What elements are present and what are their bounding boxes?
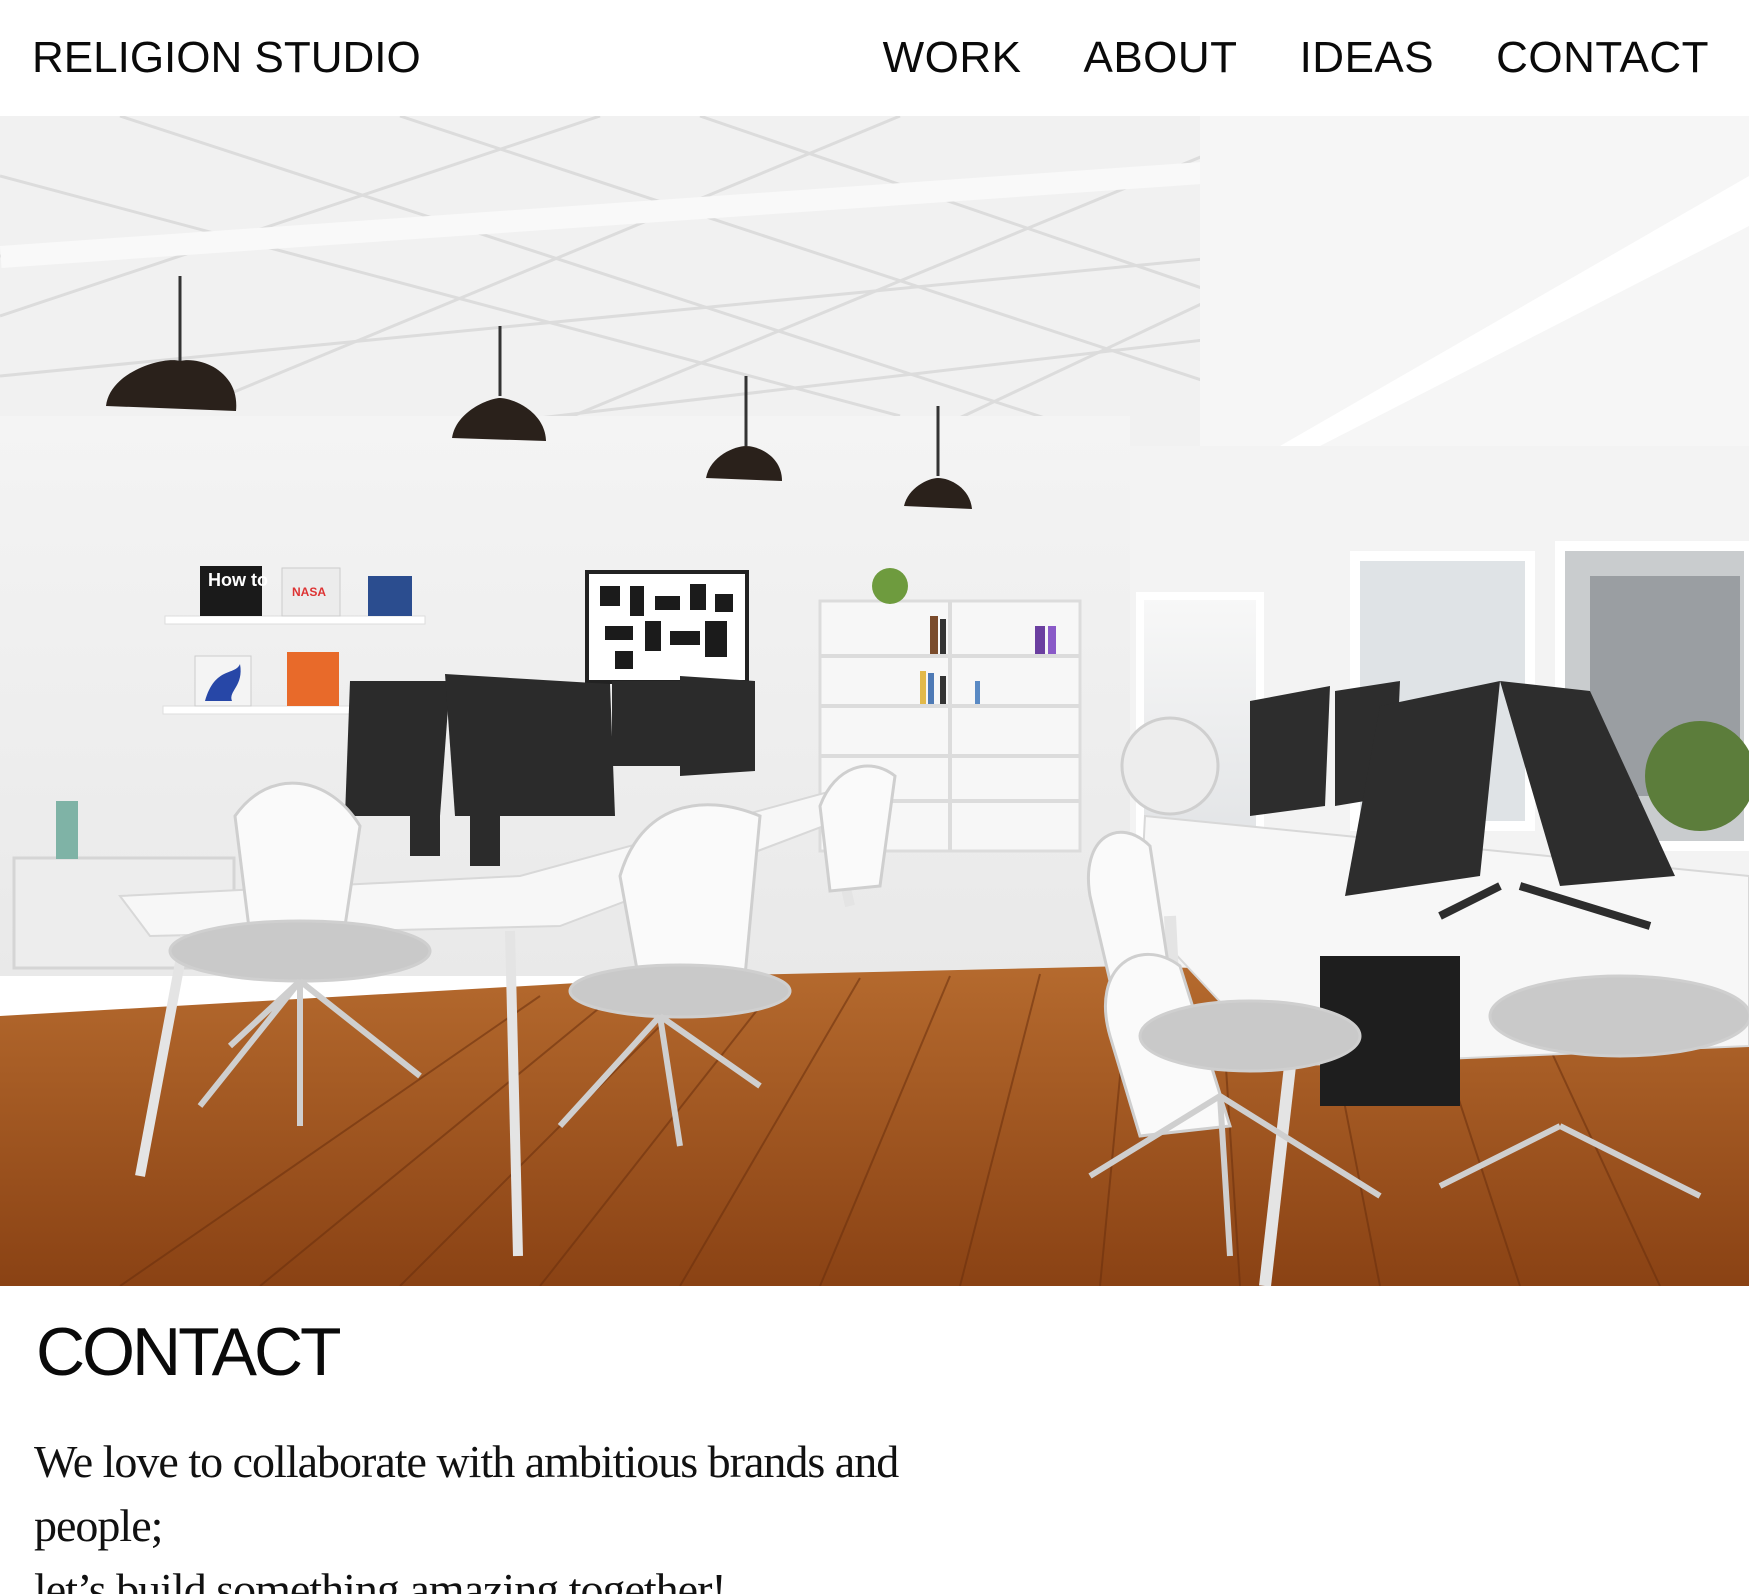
flower-vase [56, 801, 78, 859]
nav-ideas-link[interactable]: IDEAS [1300, 36, 1435, 80]
nav-contact-link[interactable]: CONTACT [1496, 36, 1709, 80]
contact-intro-line-1: We love to collaborate with ambitious br… [34, 1436, 899, 1551]
contact-intro-line-2: let’s build something amazing together! [34, 1564, 727, 1594]
nav-work-link[interactable]: WORK [883, 36, 1022, 80]
contact-intro: We love to collaborate with ambitious br… [34, 1430, 1034, 1594]
orange-book [287, 652, 339, 706]
brand-logo[interactable]: RELIGION STUDIO [32, 36, 421, 80]
nav-about-link[interactable]: ABOUT [1083, 36, 1237, 80]
main-nav: WORK ABOUT IDEAS CONTACT [883, 36, 1709, 80]
hero-office-photo: How to NASA [0, 116, 1749, 1286]
poster-nasa-text: NASA [292, 585, 326, 599]
poster-blue-print [368, 576, 412, 616]
poster-how-to-text: How to [208, 570, 268, 590]
wall-shelf-bottom [162, 705, 374, 715]
bookcase-plant [872, 568, 908, 604]
wall-shelf-top [164, 615, 426, 625]
contact-heading: CONTACT [36, 1314, 342, 1390]
office-illustration: How to NASA [0, 116, 1749, 1286]
ceiling-skylight [1200, 116, 1749, 446]
site-header: RELIGION STUDIO WORK ABOUT IDEAS CONTACT [0, 0, 1749, 116]
